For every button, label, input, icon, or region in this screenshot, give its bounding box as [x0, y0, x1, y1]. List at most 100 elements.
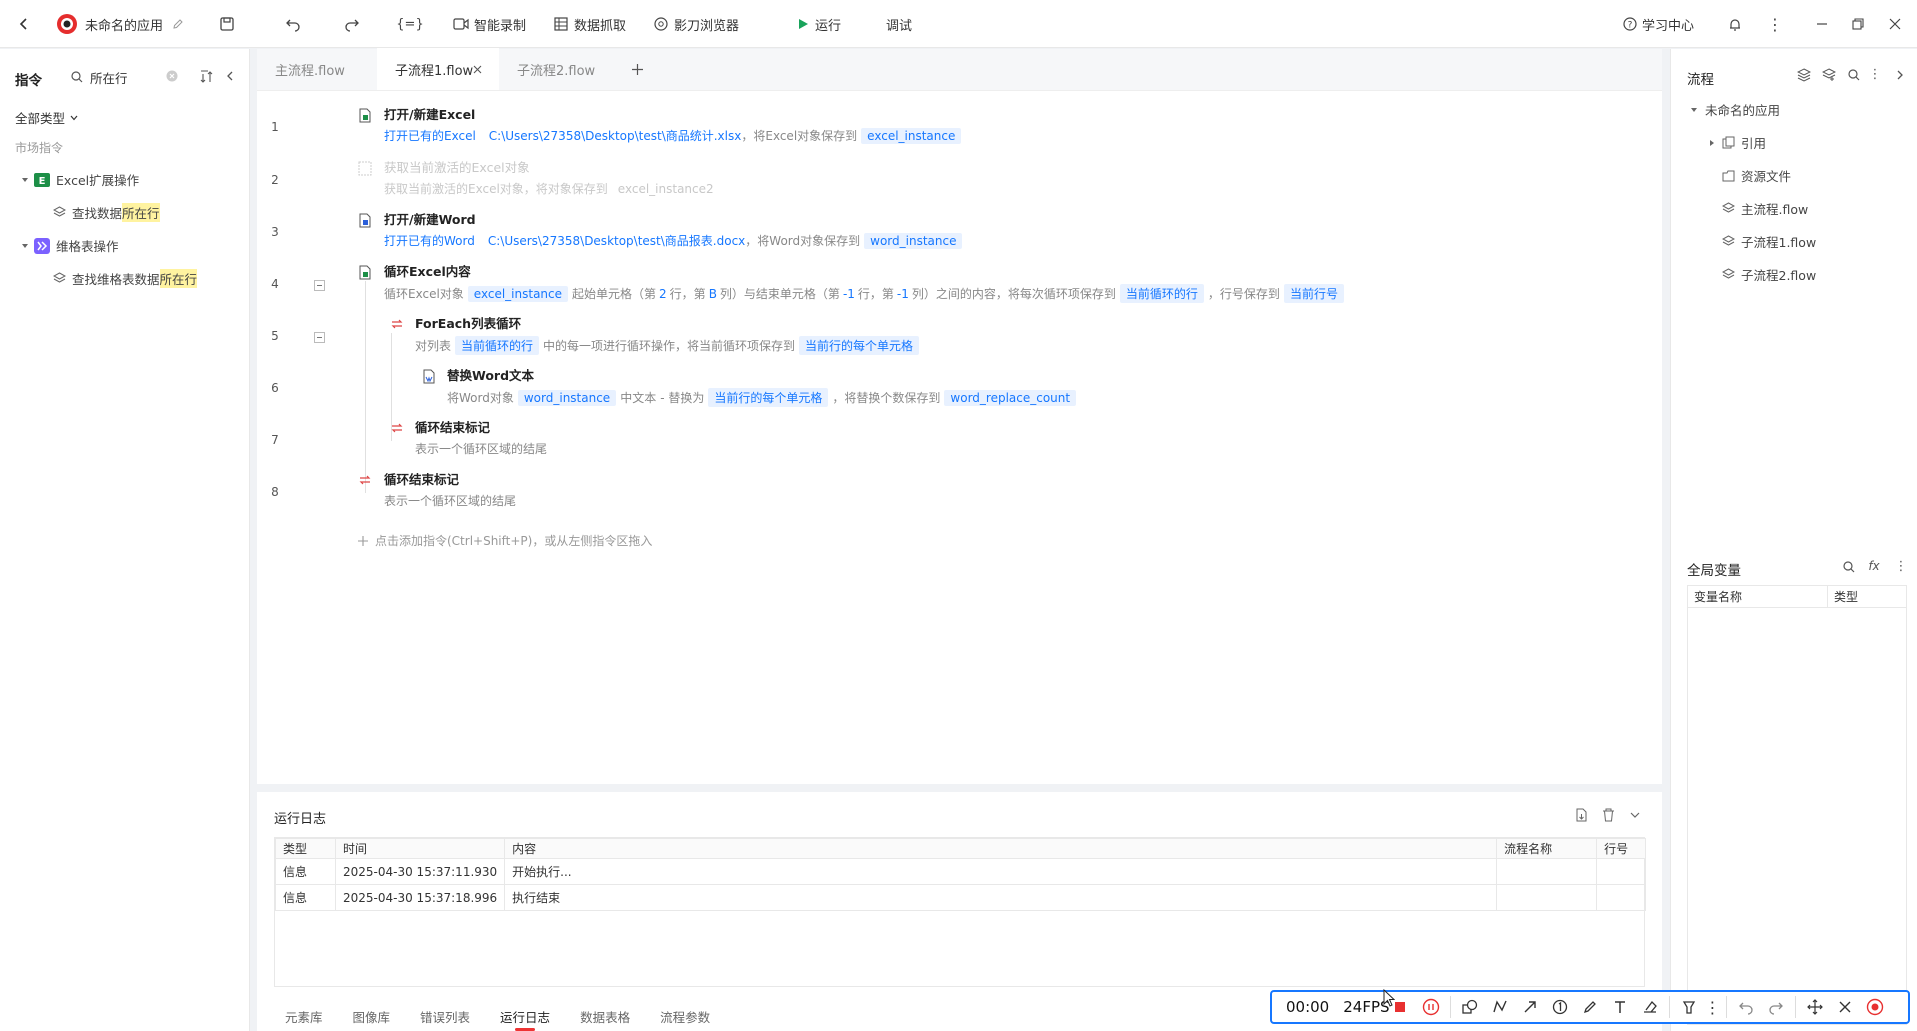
browser-button[interactable]: 影刀浏览器 [674, 0, 739, 48]
tree-item-main-flow[interactable]: 主流程.flow [1721, 199, 1808, 218]
arrow-icon[interactable] [1515, 992, 1545, 1022]
eraser-icon[interactable] [1635, 992, 1665, 1022]
clear-search-icon[interactable] [165, 69, 179, 83]
tab-element-library[interactable]: 元素库 [257, 1002, 338, 1031]
command-group-vika[interactable]: 维格表操作 [20, 236, 119, 255]
tab-run-log[interactable]: 运行日志 [485, 1002, 565, 1031]
line-number: 1 [271, 120, 279, 134]
app-title[interactable]: 未命名的应用 [85, 0, 163, 48]
debug-button[interactable]: 调试 [886, 0, 912, 48]
browser-icon[interactable] [653, 16, 669, 32]
data-scrape-button[interactable]: 数据抓取 [574, 0, 626, 48]
run-log-title: 运行日志 [274, 812, 327, 827]
collapse-block-icon[interactable] [313, 279, 325, 291]
pause-icon[interactable] [1416, 992, 1446, 1022]
chevron-right-icon[interactable] [1893, 67, 1907, 83]
add-command-hint[interactable]: 点击添加指令(Ctrl+Shift+P)，或从左侧指令区拖入 [357, 532, 652, 549]
run-button[interactable]: 运行 [815, 0, 841, 48]
add-tab-button[interactable] [619, 48, 659, 90]
export-icon[interactable] [1573, 807, 1589, 823]
component-icon[interactable] [1796, 67, 1812, 83]
bottom-tab-bar: 元素库 图像库 错误列表 运行日志 数据表格 流程参数 [257, 1002, 725, 1031]
tab-data-table[interactable]: 数据表格 [565, 1002, 645, 1031]
tree-item-subflow2[interactable]: 子流程2.flow [1721, 265, 1816, 284]
table-row[interactable]: 信息 2025-04-30 15:37:11.930 开始执行... [275, 858, 1646, 885]
table-row[interactable]: 信息 2025-04-30 15:37:18.996 执行结束 [275, 884, 1646, 911]
step-description: 打开已有的Excel C:\Users\27358\Desktop\test\商… [384, 127, 965, 144]
step-description: 获取当前激活的Excel对象，将对象保存到 excel_instance2 [384, 180, 724, 197]
close-window-icon[interactable] [1885, 14, 1905, 34]
record-stop-icon[interactable] [1860, 992, 1890, 1022]
column-header: 变量名称 [1688, 586, 1828, 607]
more-vertical-icon[interactable]: ⋮ [1765, 14, 1785, 34]
shapes-icon[interactable] [1455, 992, 1485, 1022]
search-icon[interactable] [1846, 67, 1862, 83]
record-icon[interactable] [452, 16, 470, 32]
tab-flow-params[interactable]: 流程参数 [645, 1002, 725, 1031]
redo-icon[interactable] [342, 14, 362, 34]
table-icon[interactable] [553, 16, 569, 32]
tree-item-resources[interactable]: 资源文件 [1721, 166, 1791, 185]
move-icon[interactable] [1800, 992, 1830, 1022]
back-icon[interactable] [14, 14, 34, 34]
excel-loop-icon [357, 264, 373, 280]
type-filter-dropdown[interactable]: 全部类型 [15, 108, 80, 127]
close-icon[interactable] [1830, 992, 1860, 1022]
variable-tag: word_instance [864, 232, 963, 249]
column-header: 类型 [1834, 590, 1859, 604]
learning-center-button[interactable]: 学习中心 [1642, 0, 1694, 48]
collapse-panel-icon[interactable] [222, 68, 238, 84]
loop-icon [389, 316, 405, 332]
record-button[interactable]: 智能录制 [474, 0, 526, 48]
minimize-icon[interactable] [1812, 14, 1832, 34]
tree-item-subflow1[interactable]: 子流程1.flow [1721, 232, 1816, 251]
add-layer-icon[interactable] [1821, 67, 1837, 83]
close-tab-icon[interactable] [473, 65, 482, 74]
help-icon[interactable]: ? [1622, 16, 1638, 32]
line-number: 2 [271, 173, 279, 187]
undo-icon[interactable] [1731, 992, 1761, 1022]
divider [1668, 996, 1670, 1018]
command-search-input[interactable]: 所在行 [90, 68, 128, 87]
chevron-down-icon[interactable] [1627, 807, 1643, 823]
save-icon[interactable] [217, 14, 237, 34]
flow-editor: 主流程.flow 子流程1.flow 子流程2.flow 1 打开/新建Exce… [257, 48, 1662, 784]
tree-root-app[interactable]: 未命名的应用 [1689, 100, 1780, 119]
caret-down-icon [1689, 106, 1699, 114]
more-vertical-icon[interactable]: ⋮ [1895, 558, 1908, 574]
bell-icon[interactable] [1725, 14, 1745, 34]
line-number: 3 [271, 225, 279, 239]
run-icon[interactable] [795, 16, 811, 32]
tab-subflow1[interactable]: 子流程1.flow [377, 48, 499, 90]
edit-icon[interactable] [170, 16, 186, 32]
sort-icon[interactable] [198, 68, 214, 84]
collapse-block-icon[interactable] [313, 331, 325, 343]
tab-error-list[interactable]: 错误列表 [405, 1002, 485, 1031]
redo-icon[interactable] [1761, 992, 1791, 1022]
tree-item-references[interactable]: 引用 [1707, 133, 1766, 152]
layers-icon [52, 272, 66, 285]
more-vertical-icon[interactable]: ⋮ [1869, 66, 1882, 82]
svg-text:E: E [39, 176, 46, 187]
undo-icon[interactable] [283, 14, 303, 34]
more-vertical-icon[interactable]: ⋮ [1704, 992, 1722, 1022]
restore-icon[interactable] [1848, 14, 1868, 34]
trash-icon[interactable] [1600, 807, 1616, 823]
search-icon[interactable] [1841, 559, 1857, 575]
tab-main-flow[interactable]: 主流程.flow [257, 48, 377, 90]
command-group-excel[interactable]: E Excel扩展操作 [20, 170, 139, 189]
variables-icon[interactable]: {=} [396, 14, 423, 34]
function-icon[interactable]: fx [1865, 558, 1883, 574]
step-description: 将Word对象 word_instance 中文本 - 替换为 当前行的每个单元… [447, 388, 1080, 407]
mouse-cursor-icon [1382, 988, 1396, 1008]
command-find-vika-row[interactable]: 查找维格表数据 所在行 [52, 269, 198, 288]
tab-image-library[interactable]: 图像库 [338, 1002, 406, 1031]
polyline-icon[interactable] [1485, 992, 1515, 1022]
spotlight-icon[interactable] [1674, 992, 1704, 1022]
number-marker-icon[interactable] [1545, 992, 1575, 1022]
caret-down-icon [20, 176, 30, 184]
pen-icon[interactable] [1575, 992, 1605, 1022]
command-find-data-row[interactable]: 查找数据 所在行 [52, 203, 160, 222]
text-tool-icon[interactable] [1605, 992, 1635, 1022]
tab-subflow2[interactable]: 子流程2.flow [499, 48, 619, 90]
